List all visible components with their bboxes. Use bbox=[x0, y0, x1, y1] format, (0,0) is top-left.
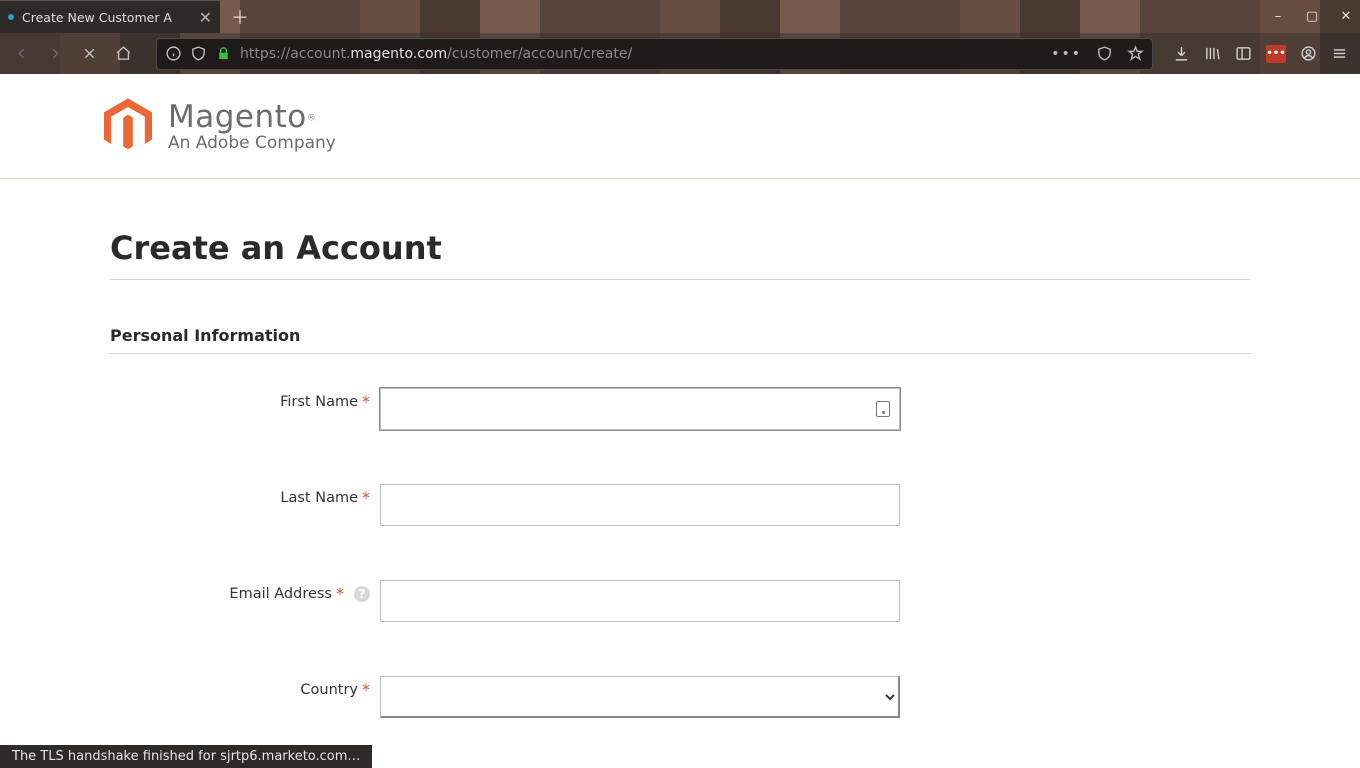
last-name-input[interactable] bbox=[380, 484, 900, 526]
arrow-left-icon bbox=[13, 45, 30, 62]
row-last-name: Last Name * bbox=[110, 484, 1250, 526]
required-mark: * bbox=[362, 394, 370, 410]
site-identity[interactable] bbox=[165, 45, 232, 62]
first-name-input[interactable] bbox=[380, 388, 900, 430]
sidebar-icon[interactable] bbox=[1235, 45, 1252, 62]
window-maximize-icon[interactable]: ▢ bbox=[1304, 9, 1320, 24]
required-mark: * bbox=[362, 490, 370, 506]
label-last-name: Last Name bbox=[280, 490, 358, 506]
tab-close-icon[interactable]: ✕ bbox=[199, 8, 212, 27]
bookmark-star-icon[interactable] bbox=[1127, 45, 1144, 62]
nav-back-button[interactable] bbox=[6, 39, 36, 69]
label-first-name: First Name bbox=[280, 394, 358, 410]
browser-chrome: Create New Customer A ✕ ＋ – ▢ ✕ bbox=[0, 0, 1360, 74]
site-header: Magento® An Adobe Company bbox=[0, 74, 1360, 179]
page-viewport[interactable]: Magento® An Adobe Company Create an Acco… bbox=[0, 74, 1360, 768]
label-email: Email Address bbox=[229, 586, 332, 602]
tab-favicon bbox=[8, 14, 14, 20]
required-mark: * bbox=[362, 682, 370, 698]
tab-title: Create New Customer A bbox=[22, 10, 191, 25]
label-country: Country bbox=[300, 682, 358, 698]
section-personal-information: Personal Information bbox=[110, 326, 1250, 354]
nav-home-button[interactable] bbox=[108, 39, 138, 69]
account-icon[interactable] bbox=[1300, 45, 1317, 62]
browser-tab-active[interactable]: Create New Customer A ✕ bbox=[0, 0, 220, 33]
magento-mark-icon bbox=[104, 98, 152, 154]
nav-stop-button[interactable] bbox=[74, 39, 104, 69]
tracking-shield-icon[interactable] bbox=[1096, 45, 1113, 62]
tab-strip: Create New Customer A ✕ ＋ – ▢ ✕ bbox=[0, 0, 1360, 33]
nav-forward-button[interactable] bbox=[40, 39, 70, 69]
logo-text: Magento bbox=[168, 99, 307, 135]
info-icon bbox=[165, 45, 182, 62]
url-text: https://account.magento.com/customer/acc… bbox=[240, 46, 1043, 62]
new-tab-button[interactable]: ＋ bbox=[226, 3, 254, 31]
arrow-right-icon bbox=[47, 45, 64, 62]
home-icon bbox=[115, 45, 132, 62]
page-title: Create an Account bbox=[110, 229, 1250, 280]
help-icon[interactable]: ? bbox=[354, 586, 370, 602]
shield-icon bbox=[190, 45, 207, 62]
window-minimize-icon[interactable]: – bbox=[1270, 9, 1286, 24]
toolbar-right: ••• bbox=[1167, 45, 1354, 63]
autofill-contact-icon[interactable] bbox=[876, 401, 890, 417]
required-mark: * bbox=[336, 586, 344, 602]
logo-subtitle: An Adobe Company bbox=[168, 133, 336, 153]
country-select[interactable] bbox=[380, 676, 900, 718]
row-country: Country * bbox=[110, 676, 1250, 718]
window-controls: – ▢ ✕ bbox=[1270, 0, 1354, 33]
hamburger-menu-icon[interactable] bbox=[1331, 45, 1348, 62]
close-icon bbox=[81, 45, 98, 62]
email-input[interactable] bbox=[380, 580, 900, 622]
library-icon[interactable] bbox=[1204, 45, 1221, 62]
main-content: Create an Account Personal Information F… bbox=[110, 179, 1250, 768]
row-email: Email Address * ? bbox=[110, 580, 1250, 622]
lock-icon bbox=[215, 45, 232, 62]
browser-toolbar: https://account.magento.com/customer/acc… bbox=[0, 33, 1360, 74]
downloads-icon[interactable] bbox=[1173, 45, 1190, 62]
url-bar[interactable]: https://account.magento.com/customer/acc… bbox=[156, 38, 1153, 70]
page-actions-icon[interactable]: ••• bbox=[1051, 46, 1082, 62]
extension-lastpass-icon[interactable]: ••• bbox=[1266, 45, 1286, 63]
magento-logo[interactable]: Magento® An Adobe Company bbox=[104, 98, 336, 154]
row-first-name: First Name * bbox=[110, 388, 1250, 430]
window-close-icon[interactable]: ✕ bbox=[1338, 9, 1354, 24]
browser-status-bar: The TLS handshake finished for sjrtp6.ma… bbox=[0, 745, 372, 768]
